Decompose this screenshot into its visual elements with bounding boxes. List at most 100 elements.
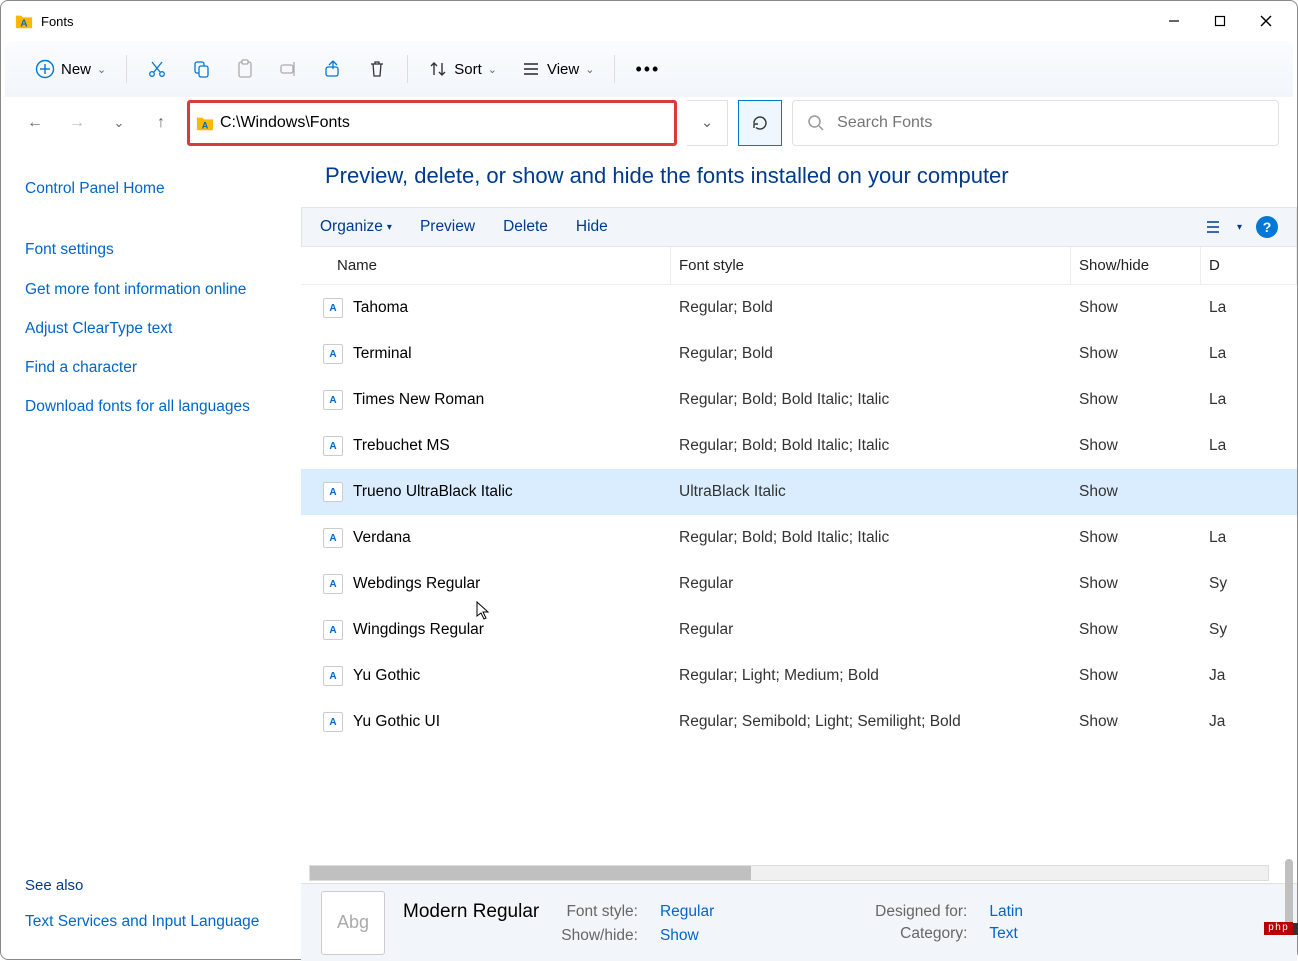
header-show-hide[interactable]: Show/hide: [1071, 247, 1201, 284]
refresh-button[interactable]: [738, 100, 782, 146]
details-pane: Abg Modern Regular Font style: Regular S…: [301, 883, 1297, 961]
minimize-button[interactable]: [1151, 5, 1197, 37]
content-pane: Preview, delete, or show and hide the fo…: [301, 149, 1297, 961]
search-input[interactable]: [837, 114, 1264, 132]
header-name[interactable]: Name: [301, 247, 671, 284]
svg-text:A: A: [20, 18, 27, 29]
font-style: UltraBlack Italic: [671, 483, 1071, 501]
font-show: Show: [1071, 529, 1201, 547]
font-name: Trebuchet MS: [353, 437, 450, 455]
share-button[interactable]: [311, 53, 355, 85]
search-box[interactable]: [792, 100, 1279, 146]
font-show: Show: [1071, 667, 1201, 685]
font-show: Show: [1071, 713, 1201, 731]
address-history-button[interactable]: ⌄: [687, 100, 728, 146]
font-style: Regular; Light; Medium; Bold: [671, 667, 1071, 685]
font-list: ATahoma Regular; Bold Show La ATerminal …: [301, 285, 1297, 863]
font-file-icon: A: [323, 298, 343, 318]
font-show: Show: [1071, 621, 1201, 639]
watermark: php: [1264, 922, 1293, 935]
header-font-style[interactable]: Font style: [671, 247, 1071, 284]
cut-button[interactable]: [135, 53, 179, 85]
trash-icon: [367, 59, 387, 79]
up-button[interactable]: ↑: [145, 107, 177, 139]
font-file-icon: A: [323, 620, 343, 640]
details-title: Modern Regular: [403, 901, 539, 923]
sort-label: Sort: [454, 61, 482, 78]
view-list-icon: [521, 59, 541, 79]
share-icon: [323, 59, 343, 79]
sidebar-see-also-text-services[interactable]: Text Services and Input Language: [25, 910, 277, 933]
header-designed[interactable]: D: [1201, 247, 1297, 284]
fonts-folder-icon: A: [196, 114, 214, 132]
font-row[interactable]: AWingdings Regular Regular Show Sy: [301, 607, 1297, 653]
sidebar-item-cleartype[interactable]: Adjust ClearType text: [25, 317, 277, 340]
font-show: Show: [1071, 437, 1201, 455]
search-icon: [807, 114, 825, 132]
delete-button[interactable]: [355, 53, 399, 85]
font-row[interactable]: ATerminal Regular; Bold Show La: [301, 331, 1297, 377]
sidebar-item-font-settings[interactable]: Font settings: [25, 238, 277, 261]
font-name: Wingdings Regular: [353, 621, 484, 639]
new-button[interactable]: New ⌄: [23, 53, 118, 85]
paste-button[interactable]: [223, 53, 267, 85]
clipboard-icon: [235, 59, 255, 79]
font-file-icon: A: [323, 482, 343, 502]
organize-button[interactable]: Organize ▾: [320, 218, 392, 236]
vertical-scrollbar[interactable]: [1279, 349, 1293, 949]
font-file-icon: A: [323, 574, 343, 594]
font-row[interactable]: ATrebuchet MS Regular; Bold; Bold Italic…: [301, 423, 1297, 469]
window-title: Fonts: [41, 14, 74, 29]
delete-font-button[interactable]: Delete: [503, 218, 548, 236]
help-icon[interactable]: ?: [1256, 216, 1278, 238]
layout-menu-icon[interactable]: [1205, 218, 1223, 236]
chevron-down-icon[interactable]: ▾: [1237, 222, 1242, 233]
titlebar: A Fonts: [1, 1, 1297, 41]
font-row[interactable]: AWebdings Regular Regular Show Sy: [301, 561, 1297, 607]
font-file-icon: A: [323, 712, 343, 732]
sidebar-home[interactable]: Control Panel Home: [25, 177, 277, 200]
font-file-icon: A: [323, 528, 343, 548]
address-bar[interactable]: A: [187, 100, 677, 146]
page-title: Preview, delete, or show and hide the fo…: [301, 149, 1297, 207]
font-name: Times New Roman: [353, 391, 484, 409]
font-name: Yu Gothic: [353, 667, 420, 685]
forward-button[interactable]: →: [61, 107, 93, 139]
view-button[interactable]: View ⌄: [509, 53, 606, 85]
organize-label: Organize: [320, 218, 383, 236]
close-button[interactable]: [1243, 5, 1289, 37]
scrollbar-thumb[interactable]: [1285, 859, 1293, 929]
sidebar-item-more-info[interactable]: Get more font information online: [25, 278, 277, 301]
font-file-icon: A: [323, 666, 343, 686]
font-row[interactable]: AVerdana Regular; Bold; Bold Italic; Ita…: [301, 515, 1297, 561]
sidebar-item-download-fonts[interactable]: Download fonts for all languages: [25, 395, 277, 418]
chevron-down-icon: ⌄: [97, 63, 106, 76]
font-name: Tahoma: [353, 299, 408, 317]
sidebar-item-find-char[interactable]: Find a character: [25, 356, 277, 379]
plus-circle-icon: [35, 59, 55, 79]
back-button[interactable]: ←: [19, 107, 51, 139]
font-row[interactable]: AYu Gothic UI Regular; Semibold; Light; …: [301, 699, 1297, 745]
font-row[interactable]: ATrueno UltraBlack Italic UltraBlack Ita…: [301, 469, 1297, 515]
rename-button[interactable]: [267, 53, 311, 85]
maximize-button[interactable]: [1197, 5, 1243, 37]
preview-button[interactable]: Preview: [420, 218, 475, 236]
font-file-icon: A: [323, 390, 343, 410]
recent-chevron-down-icon[interactable]: ⌄: [103, 107, 135, 139]
font-show: Show: [1071, 299, 1201, 317]
more-button[interactable]: •••: [623, 53, 672, 86]
details-style-label: Font style:: [561, 903, 638, 921]
details-style-value: Regular: [660, 903, 714, 921]
address-input[interactable]: [220, 114, 668, 132]
details-designed-value: Latin: [989, 903, 1023, 921]
sort-button[interactable]: Sort ⌄: [416, 53, 509, 85]
font-row[interactable]: ATahoma Regular; Bold Show La: [301, 285, 1297, 331]
hide-font-button[interactable]: Hide: [576, 218, 608, 236]
column-headers[interactable]: Name Font style Show/hide D: [301, 247, 1297, 285]
horizontal-scrollbar[interactable]: [309, 865, 1269, 881]
font-row[interactable]: AYu Gothic Regular; Light; Medium; Bold …: [301, 653, 1297, 699]
copy-button[interactable]: [179, 53, 223, 85]
scrollbar-thumb[interactable]: [310, 866, 751, 880]
font-file-icon: A: [323, 344, 343, 364]
font-row[interactable]: ATimes New Roman Regular; Bold; Bold Ita…: [301, 377, 1297, 423]
